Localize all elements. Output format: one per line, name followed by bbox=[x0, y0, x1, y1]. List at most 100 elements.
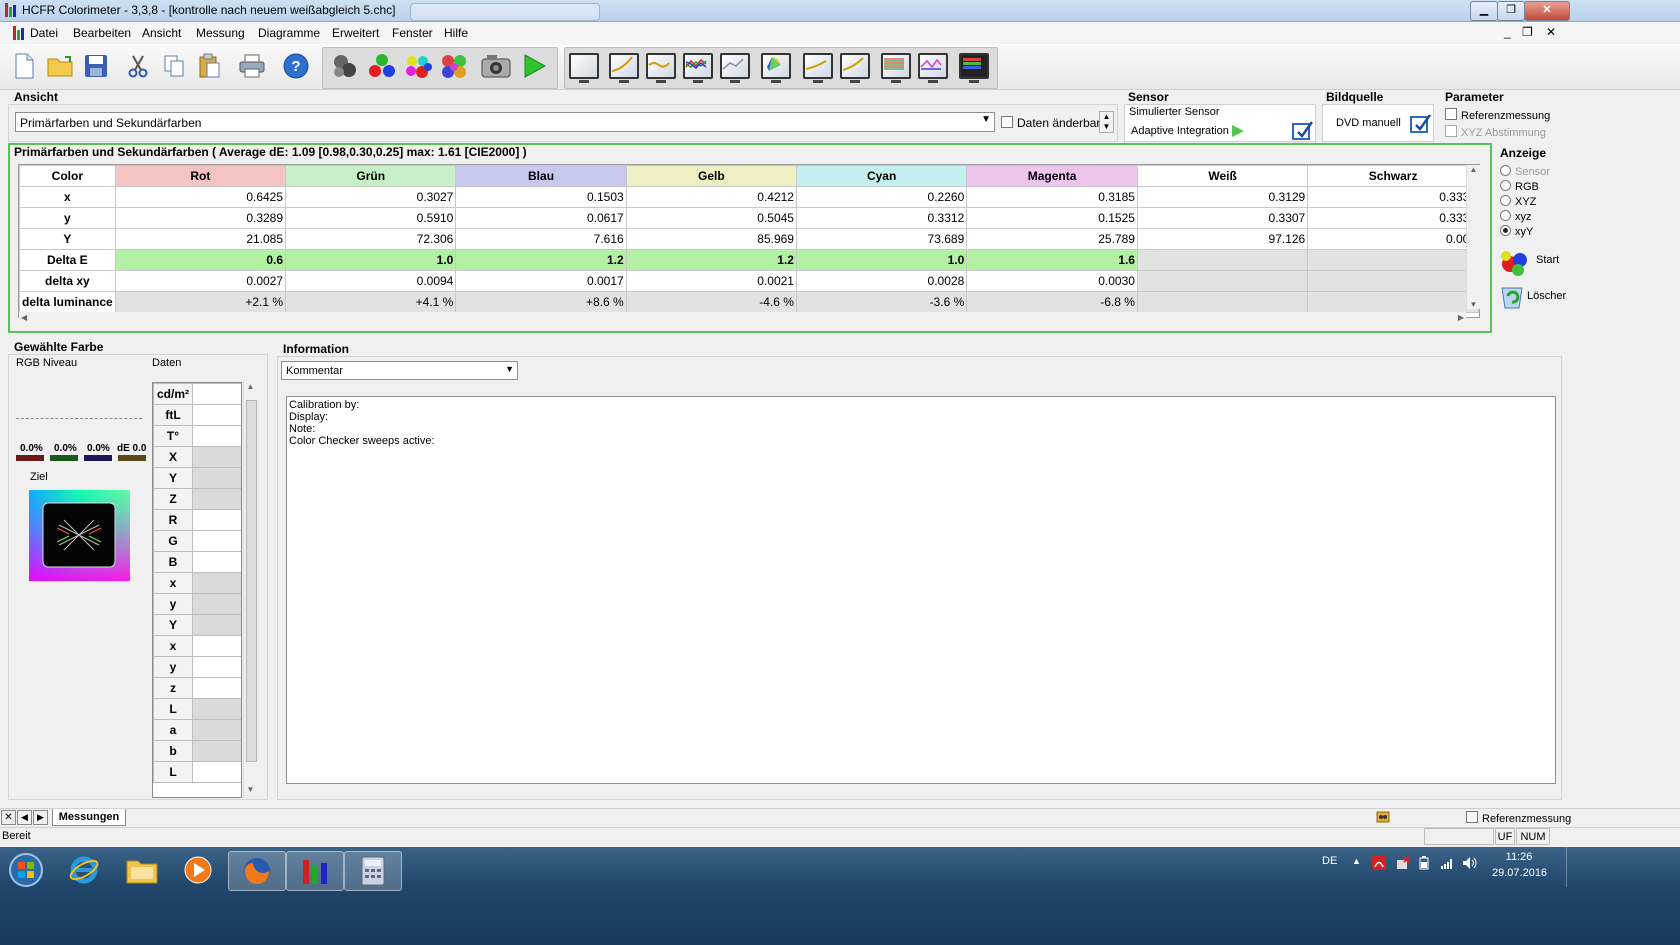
file-explorer-icon[interactable] bbox=[114, 851, 170, 889]
grid-column-header[interactable]: Weiß bbox=[1136, 165, 1309, 187]
xyz-abstimmung-checkbox[interactable]: XYZ Abstimmung bbox=[1445, 125, 1546, 139]
data-table[interactable]: cd/m² ftL T° X Y Z R G Bx y Yx y z La b L bbox=[152, 382, 242, 798]
grid-cell[interactable]: 0.3333 bbox=[1307, 207, 1479, 229]
ansicht-spinner[interactable]: ▲ ▼ bbox=[1099, 111, 1114, 133]
daten-aenderbar-checkbox[interactable]: Daten änderbar bbox=[1001, 116, 1100, 130]
grid-cell[interactable] bbox=[1136, 249, 1309, 271]
calculator-icon[interactable] bbox=[344, 851, 402, 891]
maximize-button[interactable]: ❐ bbox=[1497, 1, 1525, 21]
rgb-levels-chart-icon[interactable] bbox=[682, 50, 714, 83]
grid-cell[interactable]: 0.6 bbox=[114, 249, 287, 271]
start-orb-icon[interactable] bbox=[0, 851, 52, 889]
copy-icon[interactable] bbox=[158, 50, 190, 82]
grid-cell[interactable]: 0.0027 bbox=[114, 270, 287, 292]
mdi-minimize-button[interactable]: _ bbox=[1504, 25, 1511, 39]
grid-cell[interactable]: 0.5045 bbox=[625, 207, 797, 229]
grid-cell[interactable] bbox=[1136, 291, 1309, 313]
loeschen-button[interactable]: Löscher bbox=[1498, 282, 1566, 313]
grid-cell[interactable]: 25.789 bbox=[966, 228, 1138, 250]
tab-prev-button[interactable]: ◀ bbox=[17, 810, 32, 825]
play-measure-icon[interactable] bbox=[518, 50, 550, 82]
title-bar[interactable]: HCFR Colorimeter - 3,3,8 - [kontrolle na… bbox=[0, 0, 1680, 22]
cie-diagram-icon[interactable] bbox=[760, 50, 792, 83]
clock-date[interactable]: 29.07.2016 bbox=[1492, 867, 1547, 879]
grid-cell[interactable]: 97.126 bbox=[1136, 228, 1309, 250]
media-player-icon[interactable] bbox=[170, 851, 226, 889]
information-select[interactable]: Kommentar ▼ bbox=[281, 361, 518, 380]
start-button[interactable]: Start bbox=[1498, 248, 1559, 279]
grid-cell[interactable]: 21.085 bbox=[114, 228, 287, 250]
grid-column-header[interactable]: Rot bbox=[114, 165, 287, 187]
sensor-probe-icon[interactable] bbox=[328, 50, 360, 82]
show-hidden-icons-icon[interactable]: ▲ bbox=[1352, 856, 1361, 866]
grid-cell[interactable]: 0.3027 bbox=[285, 186, 457, 208]
internet-explorer-icon[interactable] bbox=[56, 851, 112, 889]
sensor-configure-icon[interactable] bbox=[1292, 120, 1314, 143]
app-tray-icon[interactable] bbox=[1376, 810, 1390, 827]
scroll-thumb[interactable] bbox=[246, 400, 257, 762]
grid-vertical-scrollbar[interactable]: ▲ ▼ bbox=[1466, 165, 1480, 309]
data-table-scrollbar[interactable]: ▲ ▼ bbox=[243, 382, 257, 798]
grid-column-header[interactable]: Gelb bbox=[625, 165, 797, 187]
grid-column-header[interactable]: Magenta bbox=[966, 165, 1138, 187]
print-icon[interactable] bbox=[236, 50, 268, 82]
grid-cell[interactable]: 1.2 bbox=[455, 249, 627, 271]
radio-rgb[interactable]: RGB bbox=[1500, 180, 1550, 195]
tab-messungen[interactable]: Messungen bbox=[52, 809, 126, 826]
saturation-shift-chart-icon[interactable] bbox=[880, 50, 912, 83]
battery-icon[interactable] bbox=[1419, 856, 1429, 873]
radio-xyy[interactable]: xyY bbox=[1500, 225, 1550, 240]
grid-cell[interactable]: 0.000 bbox=[1307, 228, 1479, 250]
radio-xyz-lower[interactable]: xyz bbox=[1500, 210, 1550, 225]
grid-horizontal-scrollbar[interactable]: ◀ ▶ bbox=[19, 312, 1466, 326]
menu-hilfe[interactable]: Hilfe bbox=[444, 26, 468, 40]
input-language[interactable]: DE bbox=[1322, 855, 1337, 867]
grid-column-header[interactable]: Cyan bbox=[795, 165, 968, 187]
target-color-swatch[interactable] bbox=[29, 490, 130, 581]
grid-cell[interactable]: 72.306 bbox=[285, 228, 457, 250]
secondary-colors-icon[interactable] bbox=[402, 50, 434, 82]
grid-cell[interactable]: 0.3129 bbox=[1136, 186, 1309, 208]
volume-icon[interactable] bbox=[1462, 856, 1478, 873]
grid-cell[interactable] bbox=[1307, 291, 1479, 313]
network-error-icon[interactable] bbox=[1396, 856, 1410, 873]
color-comparator-icon[interactable] bbox=[958, 50, 990, 83]
referenzmessung-checkbox[interactable]: Referenzmessung bbox=[1445, 108, 1550, 122]
grid-cell[interactable]: +2.1 % bbox=[114, 291, 287, 313]
grid-cell[interactable]: 0.2260 bbox=[795, 186, 968, 208]
paste-icon[interactable] bbox=[194, 50, 226, 82]
grid-cell[interactable]: 85.969 bbox=[625, 228, 797, 250]
color-checker-icon[interactable] bbox=[438, 50, 470, 82]
firefox-icon[interactable] bbox=[228, 851, 286, 891]
grid-cell[interactable]: 0.0094 bbox=[285, 270, 457, 292]
status-referenzmessung-checkbox[interactable]: Referenzmessung bbox=[1466, 811, 1571, 825]
menu-ansicht[interactable]: Ansicht bbox=[142, 26, 181, 40]
measures-window-icon[interactable] bbox=[568, 50, 600, 83]
grid-cell[interactable]: 0.3289 bbox=[114, 207, 287, 229]
grid-cell[interactable]: 1.2 bbox=[625, 249, 797, 271]
hcfr-taskbar-icon[interactable] bbox=[286, 851, 344, 891]
mdi-restore-button[interactable]: ❐ bbox=[1522, 25, 1533, 39]
grid-cell[interactable]: -3.6 % bbox=[795, 291, 968, 313]
radio-xyz-upper[interactable]: XYZ bbox=[1500, 195, 1550, 210]
mdi-app-icon[interactable] bbox=[12, 26, 26, 40]
background-tab[interactable] bbox=[410, 3, 600, 21]
grid-cell[interactable]: 0.1503 bbox=[455, 186, 627, 208]
grid-cell[interactable]: 1.0 bbox=[285, 249, 457, 271]
menu-bearbeiten[interactable]: Bearbeiten bbox=[73, 26, 131, 40]
grid-cell[interactable]: -4.6 % bbox=[625, 291, 797, 313]
menu-erweitert[interactable]: Erweitert bbox=[332, 26, 379, 40]
radio-sensor[interactable]: Sensor bbox=[1500, 165, 1550, 180]
new-file-icon[interactable] bbox=[8, 50, 40, 82]
save-icon[interactable] bbox=[80, 50, 112, 82]
camera-icon[interactable] bbox=[480, 50, 512, 82]
grid-cell[interactable]: -6.8 % bbox=[966, 291, 1138, 313]
grid-cell[interactable]: 0.3307 bbox=[1136, 207, 1309, 229]
grid-cell[interactable]: 0.1525 bbox=[966, 207, 1138, 229]
near-black-chart-icon[interactable] bbox=[917, 50, 949, 83]
grid-cell[interactable]: 73.689 bbox=[795, 228, 968, 250]
menu-fenster[interactable]: Fenster bbox=[392, 26, 433, 40]
close-button[interactable]: ✕ bbox=[1524, 1, 1570, 21]
grid-column-header[interactable]: Schwarz bbox=[1307, 165, 1479, 187]
cut-icon[interactable] bbox=[122, 50, 154, 82]
